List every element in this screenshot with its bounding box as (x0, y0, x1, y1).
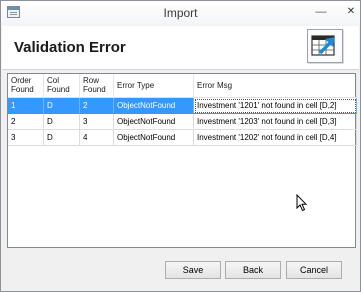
table-row[interactable]: 3 D 4 ObjectNotFound Investment '1202' n… (8, 130, 357, 146)
minimize-button[interactable]: — (314, 5, 328, 18)
col-header-row-found[interactable]: Row Found (80, 74, 114, 98)
validation-errors-grid[interactable]: Order Found Col Found Row Found Error Ty… (7, 73, 357, 248)
cell-col-found[interactable]: D (44, 98, 80, 114)
col-header-error-msg[interactable]: Error Msg (194, 74, 357, 98)
col-header-error-type[interactable]: Error Type (114, 74, 194, 98)
col-header-order-found[interactable]: Order Found (8, 74, 44, 98)
cell-error-msg[interactable]: Investment '1202' not found in cell [D,4… (194, 130, 357, 146)
title-bar[interactable]: Import — ✕ (1, 1, 360, 26)
page-title: Validation Error (14, 39, 126, 56)
back-button[interactable]: Back (225, 261, 281, 279)
grid-header: Order Found Col Found Row Found Error Ty… (8, 74, 357, 98)
cell-row-found[interactable]: 2 (80, 98, 114, 114)
table-arrow-icon (307, 29, 343, 63)
cell-error-type[interactable]: ObjectNotFound (114, 130, 194, 146)
cell-error-type[interactable]: ObjectNotFound (114, 114, 194, 130)
cell-order-found[interactable]: 3 (8, 130, 44, 146)
cell-error-type[interactable]: ObjectNotFound (114, 98, 194, 114)
cell-row-found[interactable]: 3 (80, 114, 114, 130)
col-header-col-found[interactable]: Col Found (44, 74, 80, 98)
close-button[interactable]: ✕ (344, 5, 358, 18)
cell-error-msg[interactable]: Investment '1203' not found in cell [D,3… (194, 114, 357, 130)
cell-col-found[interactable]: D (44, 130, 80, 146)
cell-order-found[interactable]: 1 (8, 98, 44, 114)
table-row[interactable]: 2 D 3 ObjectNotFound Investment '1203' n… (8, 114, 357, 130)
cancel-button[interactable]: Cancel (286, 261, 342, 279)
window-title: Import (163, 6, 198, 20)
import-dialog: Import — ✕ Validation Error Order Found … (0, 0, 361, 292)
dialog-header: Validation Error (2, 26, 359, 70)
cell-col-found[interactable]: D (44, 114, 80, 130)
mouse-pointer-icon (296, 194, 308, 212)
save-button[interactable]: Save (165, 261, 221, 279)
table-row[interactable]: 1 D 2 ObjectNotFound Investment '1201' n… (8, 98, 357, 114)
cell-error-msg[interactable]: Investment '1201' not found in cell [D,2… (194, 98, 357, 114)
cell-row-found[interactable]: 4 (80, 130, 114, 146)
cell-order-found[interactable]: 2 (8, 114, 44, 130)
